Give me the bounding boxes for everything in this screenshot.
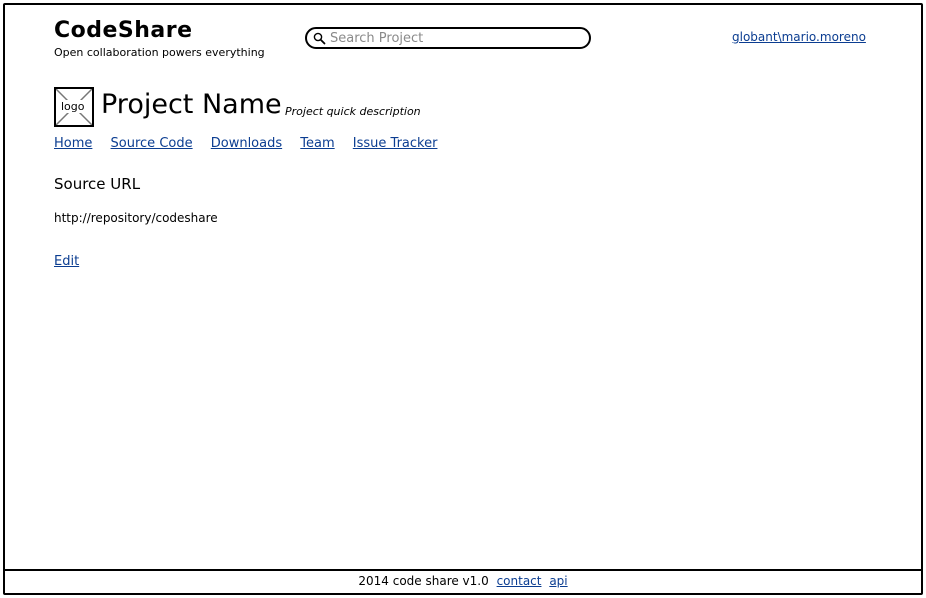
user-account-link[interactable]: globant\mario.moreno xyxy=(732,30,866,44)
search-icon xyxy=(313,32,326,44)
nav-issue-tracker[interactable]: Issue Tracker xyxy=(353,136,438,151)
search-input[interactable] xyxy=(330,29,580,47)
edit-link[interactable]: Edit xyxy=(54,254,79,269)
project-description: Project quick description xyxy=(285,105,421,118)
nav-home[interactable]: Home xyxy=(54,136,92,151)
source-url-value: http://repository/codeshare xyxy=(54,211,218,225)
project-logo: logo xyxy=(54,87,94,127)
brand-tagline: Open collaboration powers everything xyxy=(54,46,265,59)
footer-api-link[interactable]: api xyxy=(549,574,567,588)
project-name: Project Name xyxy=(101,89,282,120)
section-title: Source URL xyxy=(54,175,141,193)
nav-downloads[interactable]: Downloads xyxy=(211,136,282,151)
footer-text: 2014 code share v1.0 xyxy=(358,574,489,588)
search-box[interactable] xyxy=(305,27,591,49)
brand-title[interactable]: CodeShare xyxy=(54,18,265,44)
logo-label: logo xyxy=(60,100,86,113)
footer: 2014 code share v1.0 contact api xyxy=(3,572,923,590)
brand: CodeShare Open collaboration powers ever… xyxy=(54,18,265,60)
project-nav: Home Source Code Downloads Team Issue Tr… xyxy=(54,136,451,151)
nav-team[interactable]: Team xyxy=(300,136,334,151)
footer-contact-link[interactable]: contact xyxy=(497,574,542,588)
footer-divider xyxy=(3,569,923,571)
nav-source-code[interactable]: Source Code xyxy=(111,136,193,151)
